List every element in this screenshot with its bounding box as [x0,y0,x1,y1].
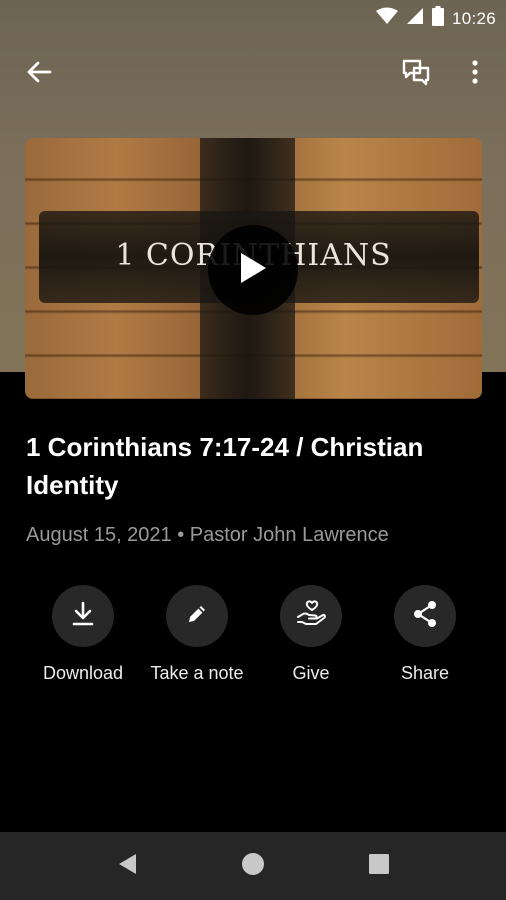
download-button[interactable]: Download [23,585,143,684]
video-thumbnail[interactable]: 1 CORINTHIANS [25,138,482,399]
download-label: Download [42,663,124,683]
play-button[interactable] [208,225,298,315]
more-vert-icon [472,59,478,89]
share-label: Share [400,663,450,683]
download-icon [71,601,95,632]
share-circle[interactable] [394,585,456,647]
give-heart-hand-icon [296,599,326,633]
circle-home-icon [241,852,265,881]
download-circle[interactable] [52,585,114,647]
status-bar: 10:26 [0,0,506,36]
give-label: Give [292,663,330,683]
sermon-title: 1 Corinthians 7:17-24 / Christian Identi… [26,432,424,500]
arrow-left-icon [26,60,52,89]
signal-icon [406,7,424,30]
status-time: 10:26 [451,8,496,28]
nav-recents-button[interactable] [362,849,396,883]
give-circle[interactable] [280,585,342,647]
chat-icon [401,58,431,91]
sermon-meta: August 15, 2021 • Pastor John Lawrence [26,524,389,546]
chat-button[interactable] [396,54,436,94]
battery-icon [431,6,444,31]
play-icon [238,251,268,290]
triangle-back-icon [116,852,138,881]
share-button[interactable]: Share [365,585,485,684]
more-options-button[interactable] [455,54,495,94]
square-recents-icon [368,853,390,880]
share-icon [411,599,439,634]
wifi-icon [375,7,398,30]
pencil-icon [185,602,209,631]
app-bar [0,50,506,98]
take-note-label: Take a note [150,663,244,683]
nav-home-button[interactable] [236,849,270,883]
action-row: Download Take a note Give Share [0,585,506,695]
system-nav-bar [0,832,506,900]
give-button[interactable]: Give [251,585,371,684]
back-button[interactable] [19,54,59,94]
nav-back-button[interactable] [110,849,144,883]
take-note-circle[interactable] [166,585,228,647]
take-note-button[interactable]: Take a note [137,585,257,684]
